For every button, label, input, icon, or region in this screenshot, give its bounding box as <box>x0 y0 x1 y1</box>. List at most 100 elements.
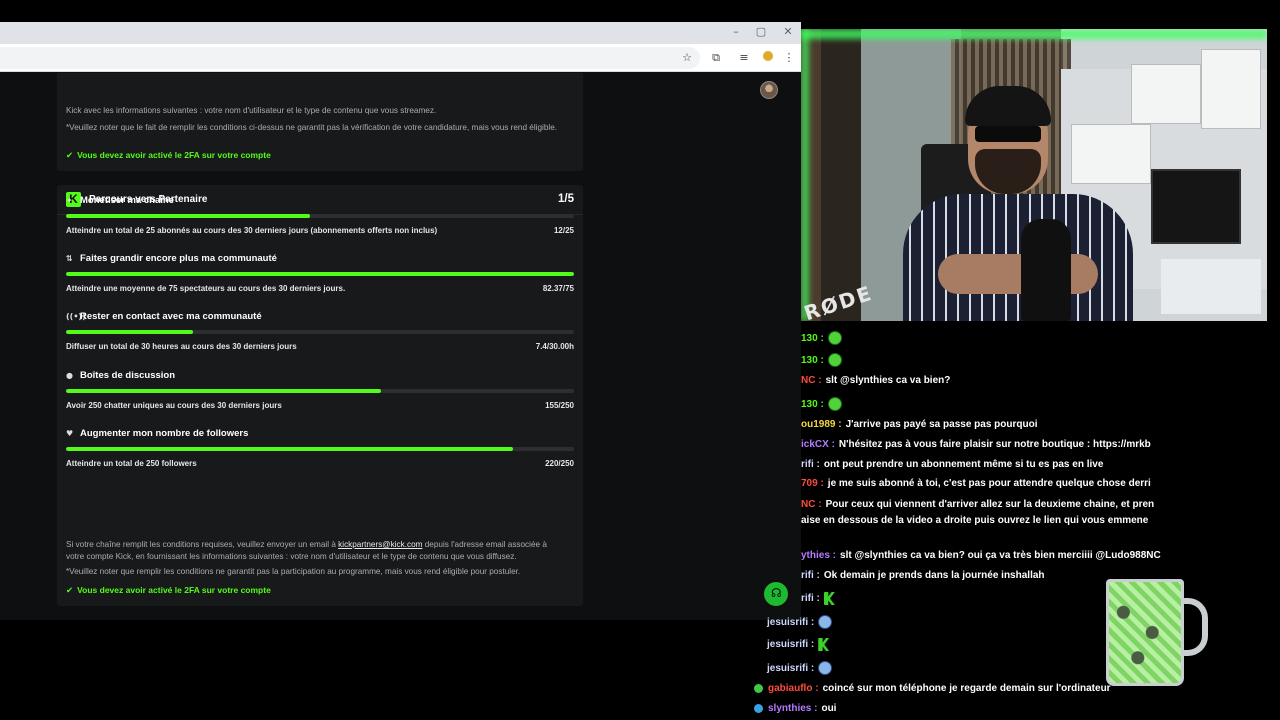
check-icon: ✔ <box>66 586 74 596</box>
goal-progress-bar <box>66 389 574 393</box>
browser-toolbar: ☆ ⧉ ≡ ⋮ <box>0 44 801 72</box>
chat-message: ou1989 : J'arrive pas payé sa passe pas p… <box>801 419 1038 430</box>
partner-step-counter: 1/5 <box>558 193 574 205</box>
led-glow <box>801 29 809 321</box>
goal-progress-fill <box>66 272 574 276</box>
chat-badge-icon <box>754 704 763 713</box>
chat-message: 130 : <box>801 397 842 411</box>
minimize-icon[interactable]: – <box>729 25 743 38</box>
cash-stack <box>1161 259 1261 314</box>
chat-text: aise en dessous de la video a droite pui… <box>801 515 1149 526</box>
goal-title-text: Augmenter mon nombre de followers <box>80 428 249 439</box>
chat-username[interactable]: rifi : <box>801 459 820 470</box>
maximize-icon[interactable]: ▢ <box>754 25 768 38</box>
browser-titlebar: – ▢ ✕ <box>0 22 801 44</box>
chat-message: rifi : <box>801 592 835 605</box>
goal-title: ● Boîtes de discussion <box>66 370 175 381</box>
chat-username[interactable]: NC : <box>801 375 822 386</box>
blue-emote-icon <box>818 661 833 675</box>
bookmark-star-icon[interactable]: ☆ <box>679 50 695 66</box>
chat-username[interactable]: 709 : <box>801 478 824 489</box>
green-emote-icon <box>827 397 842 411</box>
partner-footer-text: Si votre chaîne remplit les conditions r… <box>66 539 566 562</box>
chat-username[interactable]: ickCX : <box>801 439 835 450</box>
chat-username[interactable]: ythies : <box>801 550 836 561</box>
chat-username[interactable]: jesuisrifi : <box>767 663 814 674</box>
goal-description: Diffuser un total de 30 heures au cours … <box>66 342 297 351</box>
chat-username[interactable]: gabiauflo : <box>768 683 819 694</box>
goal-progress-fill <box>66 330 193 334</box>
chat-message: 130 : <box>801 353 842 367</box>
goal-progress-fill <box>66 389 381 393</box>
growth-icon: ⇅ <box>66 254 73 263</box>
goal-value: 220/250 <box>545 459 574 468</box>
profile-extension-icon[interactable] <box>760 50 776 66</box>
footer-text-1: Si votre chaîne remplit les conditions r… <box>66 540 336 549</box>
chat-username[interactable]: slynthies : <box>768 703 817 714</box>
extensions-icon[interactable]: ⧉ <box>708 50 724 66</box>
goal-value: 12/25 <box>553 226 574 235</box>
goal-title-text: Rester en contact avec ma communauté <box>80 311 262 322</box>
chat-username[interactable]: rifi : <box>801 570 820 581</box>
chat-username[interactable]: jesuisrifi : <box>767 617 814 628</box>
beanie <box>965 86 1051 126</box>
goal-description: Atteindre un total de 250 followers <box>66 459 197 468</box>
blue-emote-icon <box>818 615 833 629</box>
led-glow <box>801 29 1267 39</box>
goal-title-text: Faites grandir encore plus ma communauté <box>80 253 277 264</box>
verification-2fa-check: ✔ Vous devez avoir activé le 2FA sur votr… <box>66 150 271 161</box>
chat-username[interactable]: jesuisrifi : <box>767 639 814 650</box>
chat-text: N'hésitez pas à vous faire plaisir sur n… <box>838 439 1151 450</box>
address-bar[interactable] <box>0 47 700 69</box>
chat-text: ont peut prendre un abonnement même si t… <box>823 459 1104 470</box>
goal-description: Atteindre une moyenne de 75 spectateurs … <box>66 284 346 293</box>
chat-message: 709 : je me suis abonné à toi, c'est pas … <box>801 478 1151 489</box>
chat-username[interactable]: 130 : <box>801 333 824 344</box>
chat-message: aise en dessous de la video a droite pui… <box>801 515 1148 526</box>
console-box <box>1131 64 1201 124</box>
chat-message: ythies : slt @slynthies ca va bien? oui ç… <box>801 550 1161 561</box>
chat-username[interactable]: NC : <box>801 499 822 510</box>
goal-value: 7.4/30.00h <box>535 342 574 351</box>
chat-text: Pour ceux qui viennent d'arriver allez s… <box>825 499 1155 510</box>
beer-mug-handle <box>1182 598 1208 656</box>
chat-bubble-icon: ● <box>66 371 73 380</box>
console-box <box>1201 49 1261 129</box>
goal-progress-bar <box>66 447 574 451</box>
green-emote-icon <box>827 353 842 367</box>
goal-value: 82.37/75 <box>542 284 574 293</box>
verification-card: Kick avec les informations suivantes : v… <box>57 73 583 171</box>
mic-brand-label: RØDE <box>801 280 876 321</box>
chat-username[interactable]: ou1989 : <box>801 419 842 430</box>
goal-title: ⇅ Faites grandir encore plus ma communaut… <box>66 253 277 264</box>
goal-title: ♥ Augmenter mon nombre de followers <box>66 428 248 439</box>
browser-window: – ▢ ✕ ☆ ⧉ ≡ ⋮ Kick avec les informations… <box>0 22 801 620</box>
menu-kebab-icon[interactable]: ⋮ <box>781 50 797 66</box>
chat-text: coincé sur mon téléphone je regarde dema… <box>822 683 1111 694</box>
goal-title-text: Monétiser ma chaîne <box>80 195 174 206</box>
close-icon[interactable]: ✕ <box>781 25 795 38</box>
chat-username[interactable]: rifi : <box>801 593 820 604</box>
partner-email-link[interactable]: kickpartners@kick.com <box>338 540 422 549</box>
chat-username[interactable]: 130 : <box>801 399 824 410</box>
verification-2fa-text: Vous devez avoir activé le 2FA sur votre… <box>77 150 271 160</box>
media-control-icon[interactable]: ≡ <box>736 50 752 66</box>
page-content: Kick avec les informations suivantes : v… <box>0 73 801 620</box>
goal-progress-bar <box>66 214 574 218</box>
chat-text: J'arrive pas payé sa passe pas pourquoi <box>845 419 1038 430</box>
user-avatar[interactable] <box>760 81 778 99</box>
chat-message: rifi : ont peut prendre un abonnement mêm… <box>801 459 1103 470</box>
chat-message: NC : slt @slynthies ca va bien? <box>801 375 950 386</box>
goal-progress-bar <box>66 272 574 276</box>
briefcase <box>1151 169 1241 244</box>
chat-text: slt @slynthies ca va bien? oui ça va trè… <box>840 550 1161 561</box>
chat-username[interactable]: 130 : <box>801 355 824 366</box>
chat-text: Ok demain je prends dans la journée insh… <box>823 570 1045 581</box>
chat-message: jesuisrifi : <box>767 661 833 675</box>
goal-description: Atteindre un total de 25 abonnés au cour… <box>66 226 438 235</box>
goal-progress-bar <box>66 330 574 334</box>
beer-mug-emote <box>1106 579 1184 686</box>
webcam-feed: RØDE <box>801 29 1267 321</box>
support-chat-button[interactable]: ☊ <box>762 580 790 608</box>
chat-text: slt @slynthies ca va bien? <box>825 375 951 386</box>
